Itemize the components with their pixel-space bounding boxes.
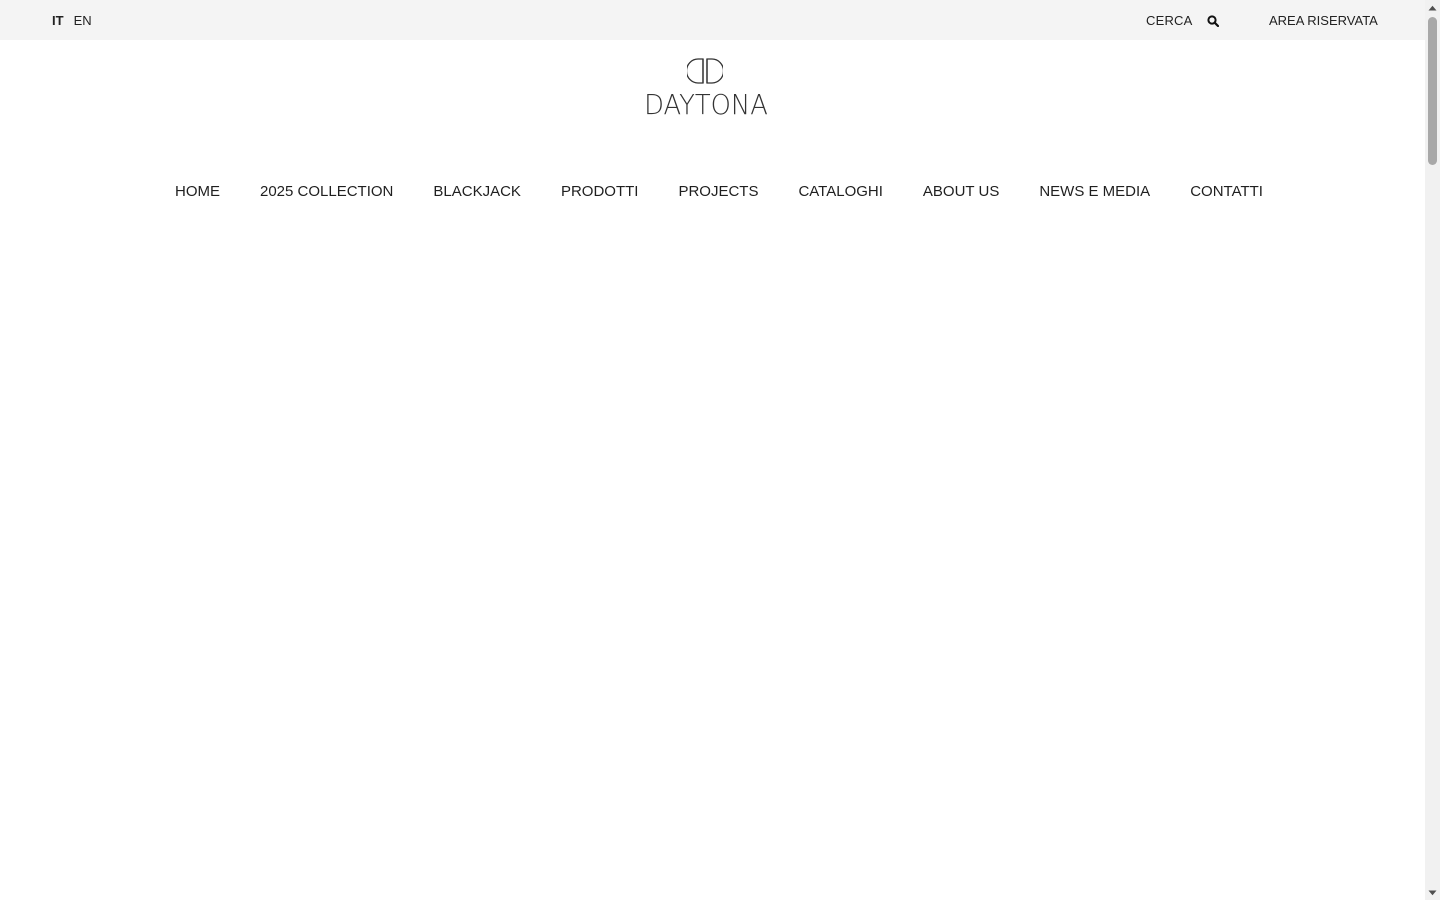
nav-item-prodotti[interactable]: PRODOTTI — [561, 183, 639, 200]
scroll-up-arrow-icon[interactable] — [1425, 0, 1440, 15]
logo-wordmark: DAYTONA — [644, 88, 768, 121]
nav-item-contatti[interactable]: CONTATTI — [1190, 183, 1263, 200]
daytona-monogram-icon — [687, 58, 723, 84]
language-en-link[interactable]: EN — [72, 13, 94, 28]
top-utility-bar: IT EN CERCA AREA RISERVATA — [0, 0, 1425, 40]
nav-item-about-us[interactable]: ABOUT US — [923, 183, 999, 200]
main-navigation: HOME 2025 COLLECTION BLACKJACK PRODOTTI … — [175, 178, 1263, 204]
nav-item-projects[interactable]: PROJECTS — [678, 183, 758, 200]
search-label: CERCA — [1146, 12, 1193, 28]
nav-item-cataloghi[interactable]: CATALOGHI — [798, 183, 882, 200]
language-switcher: IT EN — [50, 0, 100, 40]
vertical-scrollbar[interactable] — [1425, 0, 1440, 900]
page: IT EN CERCA AREA RISERVATA DAYTONA HOME … — [0, 0, 1440, 900]
nav-item-blackjack[interactable]: BLACKJACK — [433, 183, 521, 200]
search-icon[interactable] — [1206, 14, 1219, 28]
nav-item-news-e-media[interactable]: NEWS E MEDIA — [1039, 183, 1150, 200]
search-button[interactable]: CERCA — [1146, 0, 1219, 40]
nav-item-2025-collection[interactable]: 2025 COLLECTION — [260, 183, 393, 200]
reserved-area-link[interactable]: AREA RISERVATA — [1269, 0, 1378, 40]
site-logo[interactable]: DAYTONA — [638, 58, 774, 121]
language-it-link[interactable]: IT — [50, 13, 66, 28]
nav-item-home[interactable]: HOME — [175, 183, 220, 200]
scroll-down-arrow-icon[interactable] — [1425, 885, 1440, 900]
scrollbar-thumb[interactable] — [1428, 17, 1437, 165]
